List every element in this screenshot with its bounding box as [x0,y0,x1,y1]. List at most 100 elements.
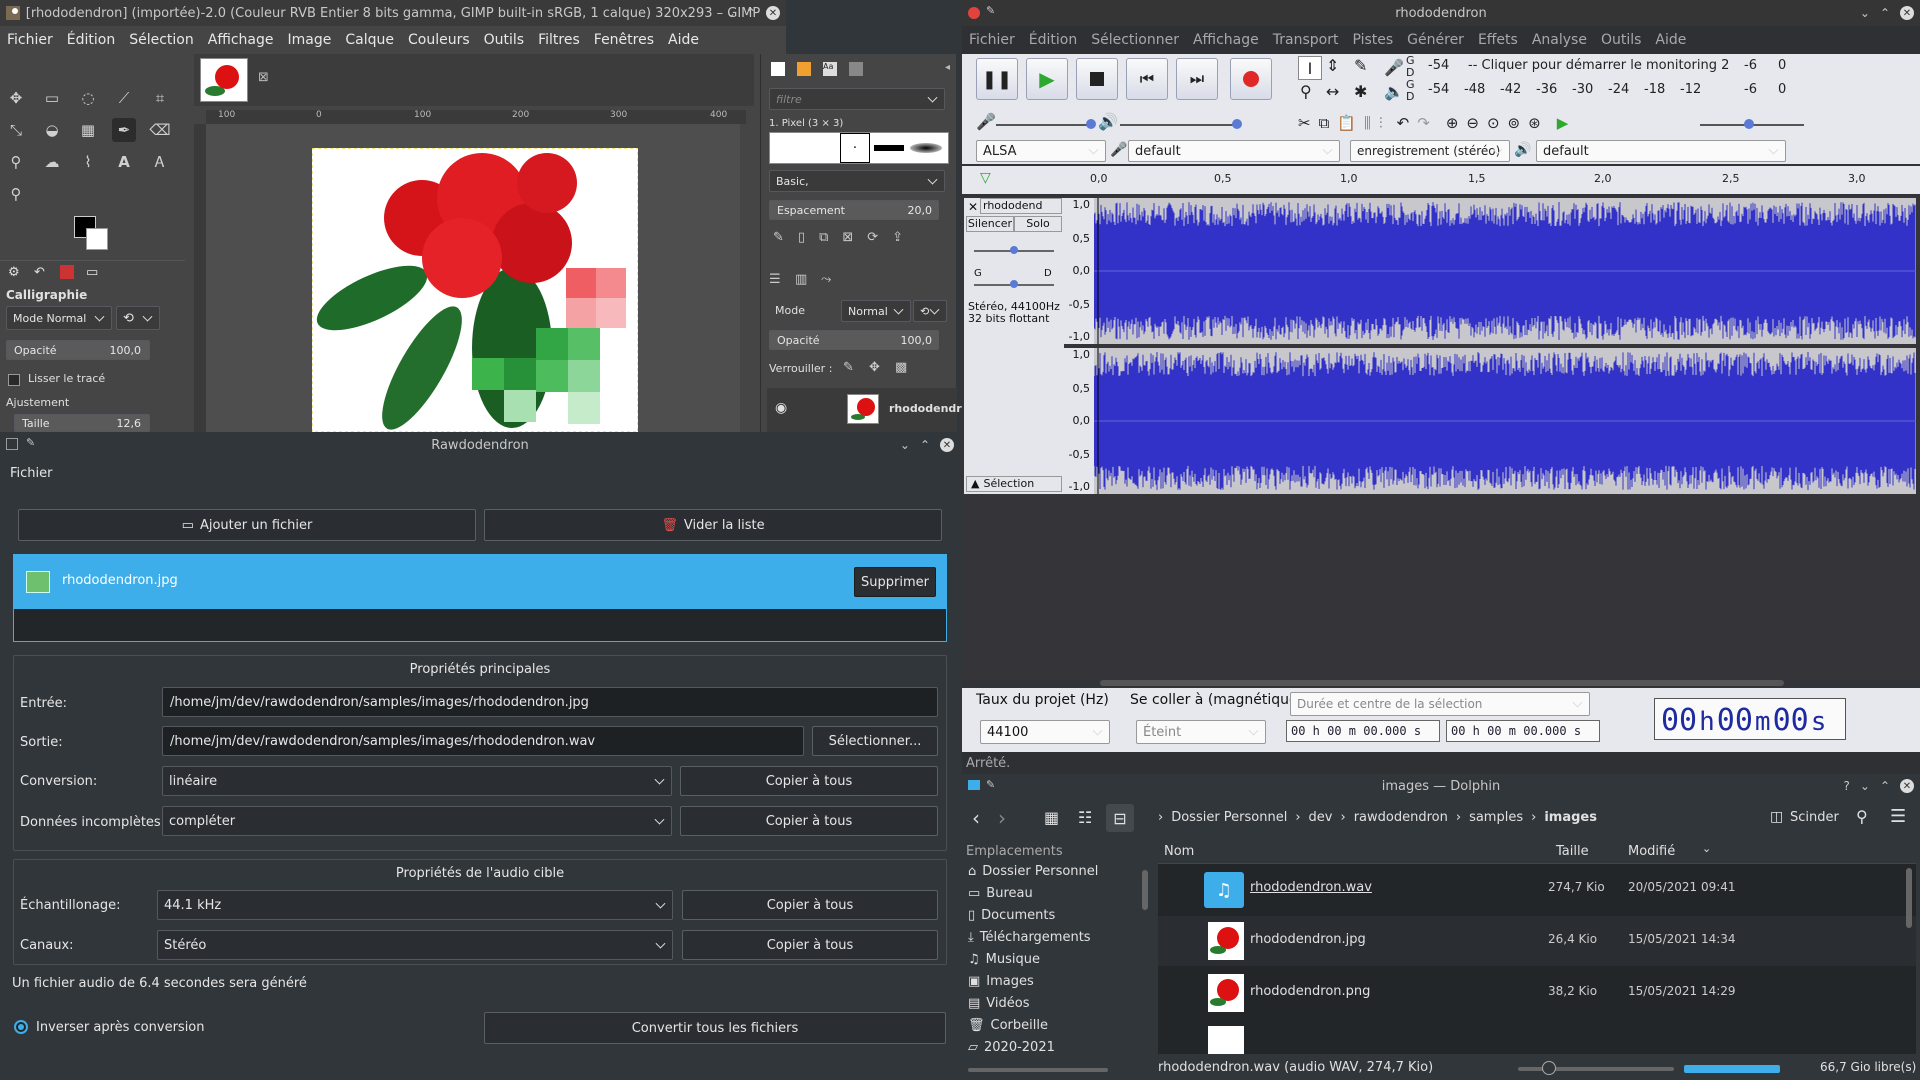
smooth-checkbox[interactable] [8,374,20,386]
device-tab-icon[interactable]: ▭ [86,265,98,280]
measure-icon[interactable]: Ꭺ [148,150,172,174]
paste-icon[interactable]: 📋 [1337,114,1356,132]
paths-tab-icon[interactable]: ⤳ [821,272,831,287]
breadcrumb-home[interactable]: Dossier Personnel [1171,810,1287,825]
clone-icon[interactable]: ⚲ [4,150,28,174]
place-home[interactable]: ⌂ Dossier Personnel [968,864,1098,879]
warp-icon[interactable]: ◒ [40,118,64,142]
copy-icon[interactable]: ⧉ [1319,114,1330,132]
forward-icon[interactable]: › [998,806,1006,830]
lock-pixels-icon[interactable]: ✎ [843,360,854,375]
maximize-icon[interactable]: ⌃ [920,438,930,452]
sampling-combo[interactable]: 44.1 kHz [157,890,673,920]
layers-mode-combo[interactable]: Normal [841,300,911,322]
gain-slider[interactable] [974,246,1054,254]
paths-icon[interactable]: ⌇ [76,150,100,174]
play-at-speed-icon[interactable]: ▶ [1557,114,1569,132]
au-menu-outils[interactable]: Outils [1594,32,1648,48]
gimp-menu-filtres[interactable]: Filtres [531,32,587,48]
snap-combo[interactable]: Éteint [1136,720,1266,744]
minimize-icon[interactable]: ⌄ [900,438,910,452]
brush-filter-input[interactable]: filtre [769,88,945,110]
rec-volume-slider[interactable] [996,119,1096,129]
record-button[interactable] [1230,58,1272,100]
close-icon[interactable]: ✕ [1900,779,1914,793]
tool-options-tab-icon[interactable]: ⚙ [8,265,20,280]
selection-tool-icon[interactable]: I [1298,56,1322,80]
col-size-header[interactable]: Taille [1556,844,1589,859]
place-music[interactable]: ♫ Musique [968,952,1040,967]
file-row[interactable]: rhododendron.jpg 26,4 Kio 15/05/2021 14:… [1158,916,1916,966]
mute-button[interactable]: Silencer [966,216,1014,232]
play-device-combo[interactable]: default [1536,140,1786,162]
waveform-right-channel[interactable] [1094,348,1916,494]
col-name-header[interactable]: Nom [1164,844,1194,859]
file-list-item[interactable]: rhododendron.jpg Supprimer [14,555,946,609]
undo-history-tab-icon[interactable]: ↶ [34,265,45,280]
gimp-menu-selection[interactable]: Sélection [122,32,201,48]
au-menu-selectionner[interactable]: Sélectionner [1084,32,1186,48]
zoom-icon[interactable]: ⚲ [4,182,28,206]
help-icon[interactable]: ? [1844,779,1850,793]
search-icon[interactable]: ⚲ [1856,807,1868,826]
play-button[interactable]: ▶ [1026,58,1068,100]
silence-icon[interactable]: ⫶ [1379,114,1383,132]
channels-combo[interactable]: Stéréo [157,930,673,960]
rect-select-icon[interactable]: ▭ [40,86,64,110]
multi-tool-icon[interactable]: ✱ [1354,82,1367,101]
close-track-icon[interactable]: ✕ [968,200,978,214]
trim-icon[interactable]: ⫼ [1364,114,1371,132]
soft-brush[interactable] [910,143,942,153]
patterns-tab-icon[interactable] [797,62,811,76]
maximize-icon[interactable]: ⌃ [1880,6,1890,20]
play-meter-icon[interactable]: 🔈 [1384,82,1404,101]
compact-view-icon[interactable]: ☷ [1078,808,1092,827]
track-select-button[interactable]: ▲ Sélection [966,476,1062,492]
gimp-menu-fichier[interactable]: Fichier [0,32,60,48]
file-row-partial[interactable] [1208,1026,1244,1054]
pixel-brush[interactable]: · [840,133,870,163]
place-2020[interactable]: ▱ 2020-2021 [968,1040,1055,1055]
copy-all-incomplete-button[interactable]: Copier à tous [680,806,938,836]
transform-icon[interactable]: ⤡ [4,118,28,142]
gimp-menu-aide[interactable]: Aide [661,32,706,48]
rec-channels-combo[interactable]: enregistrement (stéréo) [1350,140,1510,162]
play-speed-slider[interactable] [1700,119,1804,129]
place-documents[interactable]: ▯ Documents [968,908,1055,923]
cut-icon[interactable]: ✂ [1298,114,1311,132]
move-tool-icon[interactable]: ✥ [4,86,28,110]
close-image-tab-icon[interactable]: ⊠ [258,70,269,85]
back-icon[interactable]: ‹ [972,806,980,830]
refresh-brush-icon[interactable]: ⟳ [867,230,878,248]
duplicate-brush-icon[interactable]: ⧉ [819,230,828,248]
gimp-menu-couleurs[interactable]: Couleurs [401,32,477,48]
opacity-slider[interactable]: Opacité 100,0 [6,340,150,360]
layers-reset-combo[interactable]: ⟲ [913,300,947,322]
spacing-slider[interactable]: Espacement 20,0 [769,200,939,220]
undo-icon[interactable]: ↶ [1397,114,1410,132]
timeline-ruler[interactable]: ▽ 0,0 0,5 1,0 1,5 2,0 2,5 3,0 [962,166,1920,194]
record-meter[interactable]: -54 -- Cliquer pour démarrer le monitori… [1418,54,1792,78]
zoom-toggle-icon[interactable]: ⊛ [1528,114,1541,132]
h-scroll[interactable] [1100,680,1784,686]
timeshift-tool-icon[interactable]: ↔ [1326,82,1339,101]
breadcrumb-rawdodendron[interactable]: rawdodendron [1354,810,1448,825]
zoom-slider[interactable] [1518,1061,1674,1075]
details-view-icon[interactable]: ⊟ [1106,804,1134,832]
pan-slider[interactable] [974,280,1054,288]
gimp-menu-outils[interactable]: Outils [477,32,531,48]
au-menu-analyse[interactable]: Analyse [1525,32,1594,48]
au-menu-fichier[interactable]: Fichier [962,32,1022,48]
zoom-out-icon[interactable]: ⊖ [1466,114,1479,132]
copy-all-conversion-button[interactable]: Copier à tous [680,766,938,796]
envelope-tool-icon[interactable]: ⇕ [1326,56,1339,75]
au-menu-pistes[interactable]: Pistes [1345,32,1400,48]
selection-start-time[interactable]: 00 h 00 m 00.000 s [1286,720,1440,742]
icons-view-icon[interactable]: ▦ [1044,808,1059,827]
solo-button[interactable]: Solo [1014,216,1062,232]
zoom-in-icon[interactable]: ⊕ [1446,114,1459,132]
canvas-area[interactable] [206,124,740,432]
file-row[interactable]: rhododendron.png 38,2 Kio 15/05/2021 14:… [1158,968,1916,1018]
invert-radio[interactable] [14,1020,28,1034]
block-brush[interactable] [874,145,904,151]
